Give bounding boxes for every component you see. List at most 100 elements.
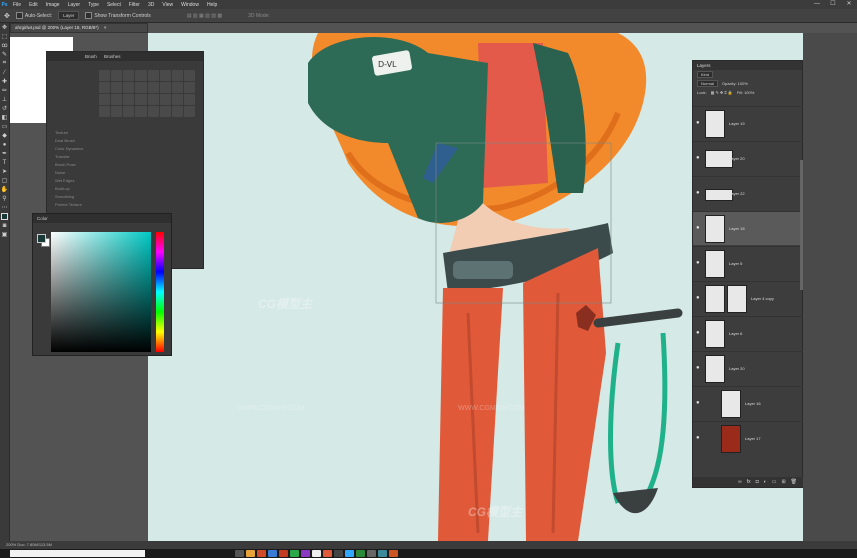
photoshop-taskbar-icon[interactable] — [345, 550, 354, 557]
brush-option[interactable]: Smoothing — [55, 194, 74, 199]
menu-window[interactable]: Window — [177, 2, 203, 8]
layer-name[interactable]: Layer 19 — [729, 121, 745, 126]
app-icon[interactable] — [323, 550, 332, 557]
marquee-tool-icon[interactable]: ⬚ — [0, 32, 9, 41]
app-icon[interactable] — [378, 550, 387, 557]
delete-layer-icon[interactable]: 🗑 — [791, 479, 797, 485]
hand-tool-icon[interactable]: ✋ — [0, 185, 9, 194]
layer-name[interactable]: Layer 16 — [745, 401, 761, 406]
tab-brush[interactable]: Brush — [85, 54, 97, 59]
adjustment-layer-icon[interactable]: ◐ — [764, 479, 767, 485]
menu-filter[interactable]: Filter — [125, 2, 144, 8]
shape-tool-icon[interactable]: ▢ — [0, 176, 9, 185]
layer-row[interactable]: ● Layer 20 — [693, 141, 803, 175]
menu-file[interactable]: File — [9, 2, 25, 8]
minimize-icon[interactable]: — — [809, 0, 825, 9]
app-icon[interactable] — [279, 550, 288, 557]
color-picker-field[interactable] — [51, 232, 151, 352]
visibility-eye-icon[interactable]: ● — [696, 260, 700, 266]
layer-name[interactable]: Layer 18 — [729, 226, 745, 231]
healing-tool-icon[interactable]: ✚ — [0, 77, 9, 86]
blend-mode-dropdown[interactable]: Normal — [697, 80, 718, 87]
task-view-icon[interactable] — [235, 550, 244, 557]
layer-name[interactable]: Layer 20 — [729, 366, 745, 371]
menu-image[interactable]: Image — [42, 2, 64, 8]
app-icon[interactable] — [268, 550, 277, 557]
layer-mask-thumbnail[interactable] — [727, 285, 747, 313]
layer-row[interactable]: ● Layer 6 — [693, 316, 803, 350]
foreground-color-swatch[interactable] — [0, 212, 9, 221]
taskbar-search-box[interactable] — [10, 550, 145, 557]
visibility-eye-icon[interactable]: ● — [696, 190, 700, 196]
new-group-icon[interactable]: ▭ — [772, 479, 777, 485]
layer-row[interactable]: ● Layer 5 — [693, 246, 803, 280]
menu-type[interactable]: Type — [84, 2, 103, 8]
menu-help[interactable]: Help — [203, 2, 221, 8]
brush-option[interactable]: Build-up — [55, 186, 70, 191]
menu-view[interactable]: View — [158, 2, 177, 8]
layer-row[interactable]: ● Layer 22 — [693, 176, 803, 210]
visibility-eye-icon[interactable]: ● — [696, 225, 700, 231]
layer-name[interactable]: Layer 22 — [729, 191, 745, 196]
visibility-eye-icon[interactable]: ● — [696, 155, 700, 161]
app-icon[interactable] — [290, 550, 299, 557]
auto-select-checkbox[interactable]: Auto-Select: — [15, 12, 52, 19]
menu-select[interactable]: Select — [103, 2, 125, 8]
new-layer-icon[interactable]: ⊞ — [781, 479, 785, 485]
more-tools-icon[interactable]: ⋯ — [0, 203, 9, 212]
app-icon[interactable] — [257, 550, 266, 557]
app-icon[interactable] — [356, 550, 365, 557]
brush-option[interactable]: Brush Pose — [55, 162, 76, 167]
layer-name[interactable]: Layer 5 — [729, 261, 742, 266]
kind-filter-dropdown[interactable]: Kind — [697, 71, 714, 78]
maximize-icon[interactable]: ☐ — [825, 0, 841, 9]
quick-mask-icon[interactable]: ◙ — [0, 221, 9, 230]
hue-slider[interactable] — [156, 232, 164, 352]
fill-field[interactable]: Fill: 100% — [737, 90, 755, 95]
crop-tool-icon[interactable]: ⌗ — [0, 59, 9, 68]
app-icon[interactable] — [389, 550, 398, 557]
visibility-eye-icon[interactable]: ● — [696, 435, 700, 441]
link-layers-icon[interactable]: ∞ — [738, 479, 742, 485]
layer-style-icon[interactable]: fx — [747, 479, 751, 485]
brush-tool-icon[interactable]: ✏ — [0, 86, 9, 95]
opacity-field[interactable]: Opacity: 100% — [722, 81, 748, 86]
move-tool-icon[interactable]: ✥ — [4, 12, 10, 20]
app-icon[interactable] — [367, 550, 376, 557]
brush-option[interactable]: Color Dynamics — [55, 146, 83, 151]
layer-row[interactable]: ● Layer 16 — [693, 386, 803, 420]
brush-tip-grid[interactable] — [99, 70, 195, 140]
eraser-tool-icon[interactable]: ◧ — [0, 113, 9, 122]
brush-option[interactable]: Transfer — [55, 154, 70, 159]
move-tool-icon[interactable]: ✥ — [0, 23, 9, 32]
layer-row[interactable]: ● Layer 17 — [693, 421, 803, 455]
app-icon[interactable] — [312, 550, 321, 557]
layer-name[interactable]: Layer 4 copy — [751, 296, 774, 301]
lasso-tool-icon[interactable]: ꝏ — [0, 41, 9, 50]
app-icon[interactable] — [334, 550, 343, 557]
eyedropper-tool-icon[interactable]: ⁄ — [0, 68, 9, 77]
stamp-tool-icon[interactable]: ⊥ — [0, 95, 9, 104]
foreground-color-swatch[interactable] — [37, 234, 46, 243]
auto-select-target-dropdown[interactable]: Layer — [58, 11, 80, 20]
tab-brushes[interactable]: Brushes — [104, 54, 121, 59]
visibility-eye-icon[interactable]: ● — [696, 295, 700, 301]
document-tab[interactable]: ahrgirlwt.psd @ 200% (Layer 18, RGB/8*) … — [10, 23, 148, 33]
add-mask-icon[interactable]: ◘ — [756, 479, 759, 485]
visibility-eye-icon[interactable]: ● — [696, 400, 700, 406]
type-tool-icon[interactable]: T — [0, 158, 9, 167]
blur-tool-icon[interactable]: ◆ — [0, 131, 9, 140]
visibility-eye-icon[interactable]: ● — [696, 365, 700, 371]
dodge-tool-icon[interactable]: ● — [0, 140, 9, 149]
visibility-eye-icon[interactable]: ● — [696, 330, 700, 336]
transform-controls-checkbox[interactable]: Show Transform Controls — [85, 12, 151, 19]
visibility-eye-icon[interactable]: ● — [696, 120, 700, 126]
menu-3d[interactable]: 3D — [144, 2, 158, 8]
brush-option[interactable]: Dual Brush — [55, 138, 75, 143]
brush-option[interactable]: Noise — [55, 170, 65, 175]
lock-icons[interactable]: ▦ ✎ ✥ ⌗ 🔒 — [711, 90, 733, 95]
close-icon[interactable]: ✕ — [841, 0, 857, 9]
pen-tool-icon[interactable]: ✒ — [0, 149, 9, 158]
brush-option[interactable]: Texture — [55, 130, 68, 135]
file-explorer-icon[interactable] — [246, 550, 255, 557]
